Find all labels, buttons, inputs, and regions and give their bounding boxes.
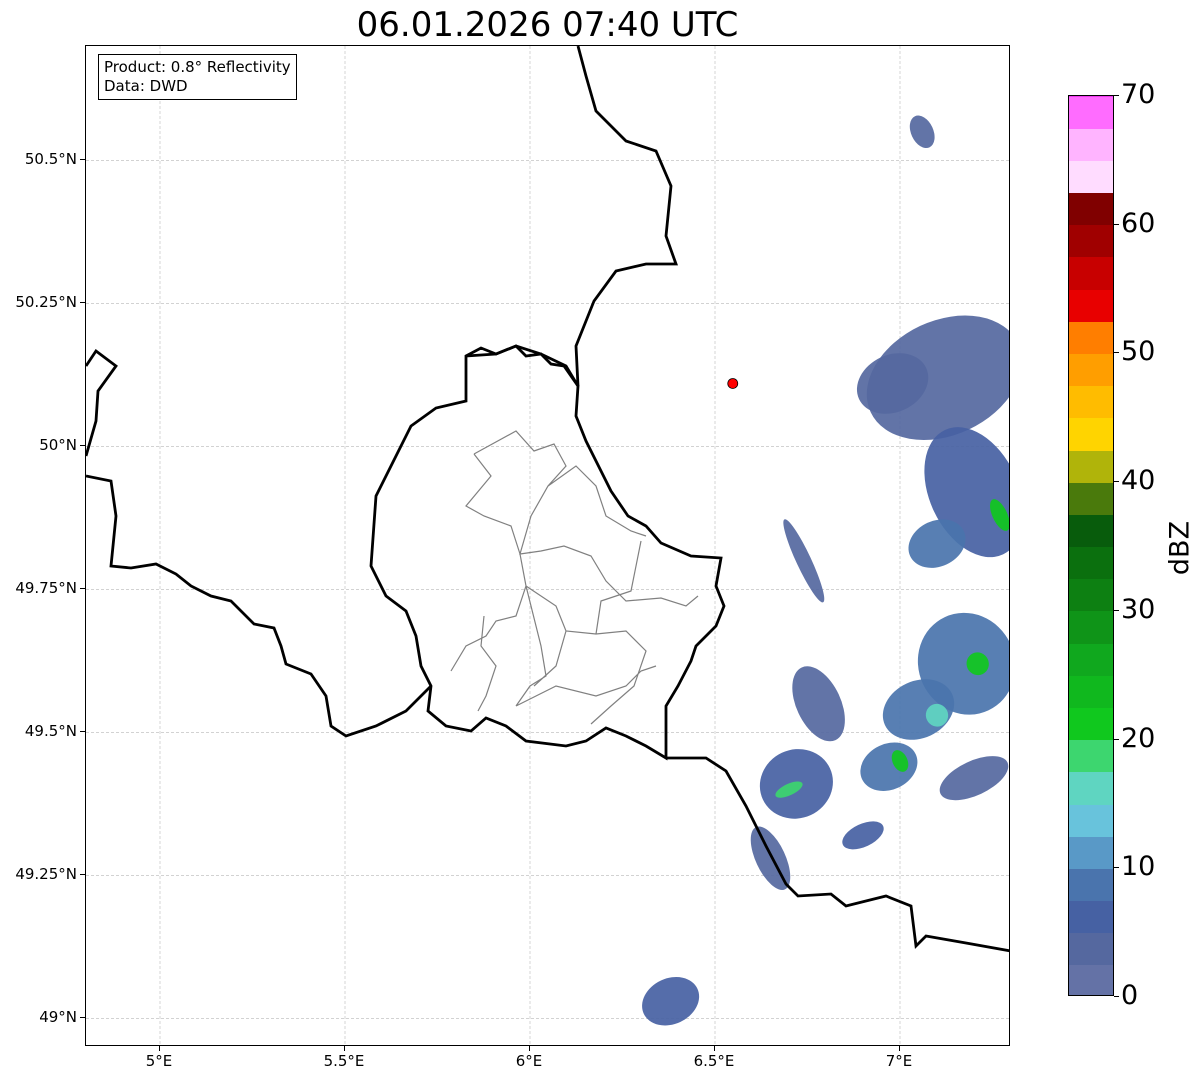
colorbar-segment <box>1069 449 1113 483</box>
reflectivity-layer <box>642 115 1009 1026</box>
colorbar-segment <box>1069 578 1113 612</box>
reflectivity-cell <box>909 115 935 149</box>
boundaries <box>86 46 1009 953</box>
colorbar-segment <box>1069 932 1113 966</box>
lon-tick-mark <box>714 1046 715 1051</box>
colorbar-segment <box>1069 514 1113 548</box>
colorbar-segment <box>1069 803 1113 837</box>
lat-tick-mark <box>80 159 85 161</box>
lat-tick-mark <box>80 588 85 590</box>
colorbar-tick-mark <box>1114 223 1119 225</box>
colorbar <box>1068 95 1114 996</box>
colorbar-tick-label: 60 <box>1121 207 1156 239</box>
colorbar-segment <box>1069 128 1113 161</box>
reflectivity-cell <box>783 519 825 603</box>
colorbar-tick-mark <box>1114 738 1119 740</box>
colorbar-tick-label: 20 <box>1121 722 1156 754</box>
colorbar-segment <box>1069 96 1113 129</box>
colorbar-tick-mark <box>1114 996 1119 997</box>
colorbar-segment <box>1069 900 1113 934</box>
colorbar-tick-label: 40 <box>1121 465 1156 497</box>
colorbar-tick-mark <box>1114 867 1119 869</box>
lon-tick-label: 6.5°E <box>693 1052 735 1070</box>
lat-tick-mark <box>80 1017 85 1019</box>
colorbar-segment <box>1069 256 1113 290</box>
lon-tick-label: 5°E <box>145 1052 173 1070</box>
lat-tick-label: 49.5°N <box>24 722 77 741</box>
radar-site-marker <box>727 378 739 389</box>
country-border-luxembourg <box>369 344 726 761</box>
reflectivity-cell <box>939 756 1009 801</box>
data-source-label: Data: DWD <box>104 77 188 95</box>
lat-tick-mark <box>80 874 85 876</box>
lat-tick-mark <box>80 445 85 447</box>
colorbar-tick-mark <box>1114 95 1119 96</box>
colorbar-segment <box>1069 868 1113 902</box>
map-area[interactable] <box>85 45 1010 1046</box>
lon-tick-mark <box>344 1046 345 1051</box>
colorbar-segment <box>1069 771 1113 805</box>
reflectivity-cell <box>642 977 700 1026</box>
lat-tick-label: 49°N <box>39 1008 77 1027</box>
lat-tick-label: 50.25°N <box>15 293 77 312</box>
reflectivity-cell <box>750 826 791 890</box>
reflectivity-cell <box>860 742 918 791</box>
reflectivity-cell <box>792 666 845 742</box>
colorbar-segment <box>1069 643 1113 676</box>
colorbar-segment <box>1069 353 1113 387</box>
lat-tick-mark <box>80 731 85 733</box>
colorbar-tick-label: 70 <box>1121 79 1156 110</box>
map-svg <box>86 46 1009 1045</box>
colorbar-segment <box>1069 192 1113 226</box>
colorbar-tick-label: 50 <box>1121 336 1156 368</box>
lon-tick-label: 6°E <box>515 1052 543 1070</box>
colorbar-segment <box>1069 224 1113 258</box>
colorbar-segment <box>1069 289 1113 322</box>
lon-tick-mark <box>529 1046 530 1051</box>
colorbar-segment <box>1069 482 1113 515</box>
country-border-france <box>86 474 1009 953</box>
lat-tick-label: 50.5°N <box>24 150 77 169</box>
product-label: Product: 0.8° Reflectivity <box>104 58 291 76</box>
municipal-boundaries <box>450 430 699 725</box>
lat-tick-label: 49.75°N <box>15 579 77 598</box>
colorbar-tick-mark <box>1114 352 1119 354</box>
colorbar-segment <box>1069 546 1113 580</box>
colorbar-segment <box>1069 836 1113 869</box>
reflectivity-cell <box>842 821 884 850</box>
lon-tick-mark <box>899 1046 900 1051</box>
colorbar-tick-label: 10 <box>1121 851 1156 883</box>
lon-tick-label: 5.5°E <box>323 1052 365 1070</box>
colorbar-tick-mark <box>1114 481 1119 483</box>
colorbar-tick-label: 0 <box>1121 980 1139 1011</box>
country-border-belgium <box>86 46 678 457</box>
colorbar-segment <box>1069 160 1113 194</box>
lat-tick-label: 50°N <box>39 436 77 455</box>
colorbar-segment <box>1069 964 1113 995</box>
lat-tick-mark <box>80 302 85 304</box>
lat-tick-label: 49.25°N <box>15 865 77 884</box>
colorbar-tick-mark <box>1114 609 1119 611</box>
map-title: 06.01.2026 07:40 UTC <box>356 5 739 45</box>
colorbar-segment <box>1069 707 1113 741</box>
lon-tick-mark <box>159 1046 160 1051</box>
colorbar-tick-label: 30 <box>1121 593 1156 625</box>
product-info-box: Product: 0.8° Reflectivity Data: DWD <box>98 54 297 100</box>
colorbar-label: dBZ <box>1164 520 1196 576</box>
colorbar-segment <box>1069 385 1113 419</box>
colorbar-segment <box>1069 321 1113 355</box>
colorbar-segment <box>1069 417 1113 451</box>
colorbar-segment <box>1069 675 1113 708</box>
colorbar-segment <box>1069 96 1113 97</box>
colorbar-segment <box>1069 610 1113 644</box>
gridlines <box>86 46 1009 1045</box>
colorbar-segment <box>1069 739 1113 773</box>
lon-tick-label: 7°E <box>885 1052 913 1070</box>
